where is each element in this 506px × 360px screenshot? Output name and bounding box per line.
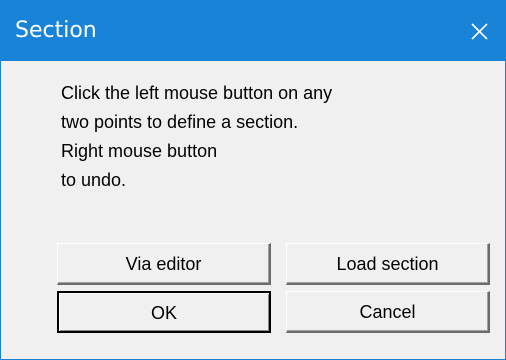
instruction-line-1: Click the left mouse button on any xyxy=(61,83,333,103)
instruction-text: Click the left mouse button on any two p… xyxy=(61,79,461,195)
section-dialog: Section Click the left mouse button on a… xyxy=(0,0,506,360)
close-icon xyxy=(471,23,488,40)
close-button[interactable] xyxy=(453,1,505,61)
dialog-title: Section xyxy=(15,18,97,43)
title-bar[interactable]: Section xyxy=(1,1,505,61)
instruction-line-3: Right mouse button xyxy=(61,141,218,161)
via-editor-button[interactable]: Via editor xyxy=(57,243,271,285)
instruction-line-4: to undo. xyxy=(61,170,127,190)
instruction-line-2: two points to define a section. xyxy=(61,112,299,132)
cancel-button[interactable]: Cancel xyxy=(286,291,490,333)
ok-button[interactable]: OK xyxy=(57,291,271,333)
load-section-button[interactable]: Load section xyxy=(286,243,490,285)
